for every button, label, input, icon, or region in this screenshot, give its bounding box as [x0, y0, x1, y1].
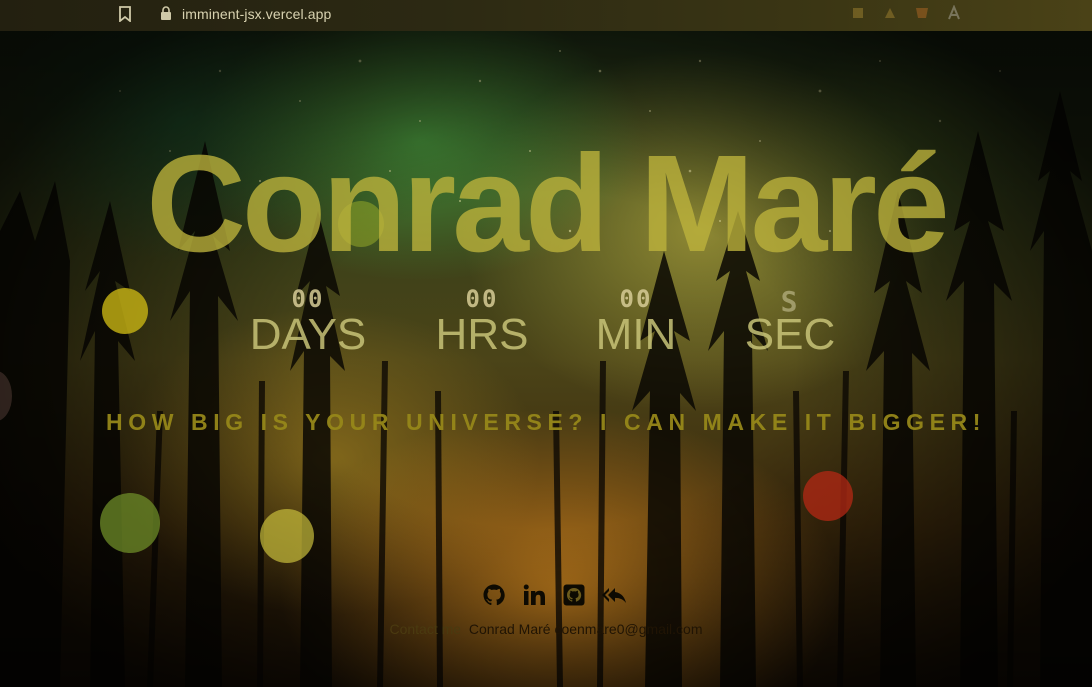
- contact-email-link[interactable]: coenmare0@gmail.com: [554, 621, 702, 637]
- linkedin-icon[interactable]: [522, 583, 546, 607]
- countdown-value: 00: [619, 285, 653, 313]
- countdown-hours: 00 HRS: [407, 285, 557, 357]
- url-text[interactable]: imminent-jsx.vercel.app: [182, 6, 331, 22]
- github-icon[interactable]: [482, 583, 506, 607]
- countdown-label: SEC: [744, 310, 836, 359]
- reply-all-icon[interactable]: [602, 583, 626, 607]
- decorative-circle: [260, 509, 314, 563]
- countdown-label: HRS: [435, 310, 529, 359]
- extension-icon[interactable]: [882, 5, 898, 21]
- countdown-value: 00: [291, 285, 325, 313]
- browser-extension-icons: [850, 4, 962, 21]
- extension-icon[interactable]: [946, 4, 962, 21]
- page-title: Conrad Maré: [146, 127, 950, 281]
- decorative-circle: [100, 493, 160, 553]
- tagline: HOW BIG IS YOUR UNIVERSE? I CAN MAKE IT …: [106, 409, 986, 435]
- countdown-value: S: [780, 285, 800, 318]
- github-square-icon[interactable]: [562, 583, 586, 607]
- countdown-days: 00 DAYS: [233, 285, 383, 357]
- decorative-circle: [102, 288, 148, 334]
- countdown-minutes: 00 MIN: [561, 285, 711, 357]
- bookmark-icon[interactable]: [118, 6, 132, 22]
- browser-url-bar: imminent-jsx.vercel.app: [0, 0, 1092, 31]
- extension-icon[interactable]: [850, 5, 866, 21]
- countdown-seconds: S SEC: [715, 285, 865, 357]
- lock-icon: [161, 6, 171, 20]
- countdown-label: DAYS: [249, 310, 367, 359]
- contact-line: Contact me Conrad Maré coenmare0@gmail.c…: [0, 621, 1092, 637]
- extension-icon[interactable]: [914, 5, 930, 21]
- contact-name-link[interactable]: Conrad Maré: [469, 621, 551, 637]
- countdown-label: MIN: [595, 310, 677, 359]
- contact-label: Contact me: [389, 621, 462, 637]
- countdown-value: 00: [465, 285, 499, 313]
- social-links: [482, 583, 626, 607]
- hero-section: Conrad Maré 00 DAYS 00 HRS 00 MIN S SEC …: [0, 31, 1092, 687]
- decorative-circle: [803, 471, 853, 521]
